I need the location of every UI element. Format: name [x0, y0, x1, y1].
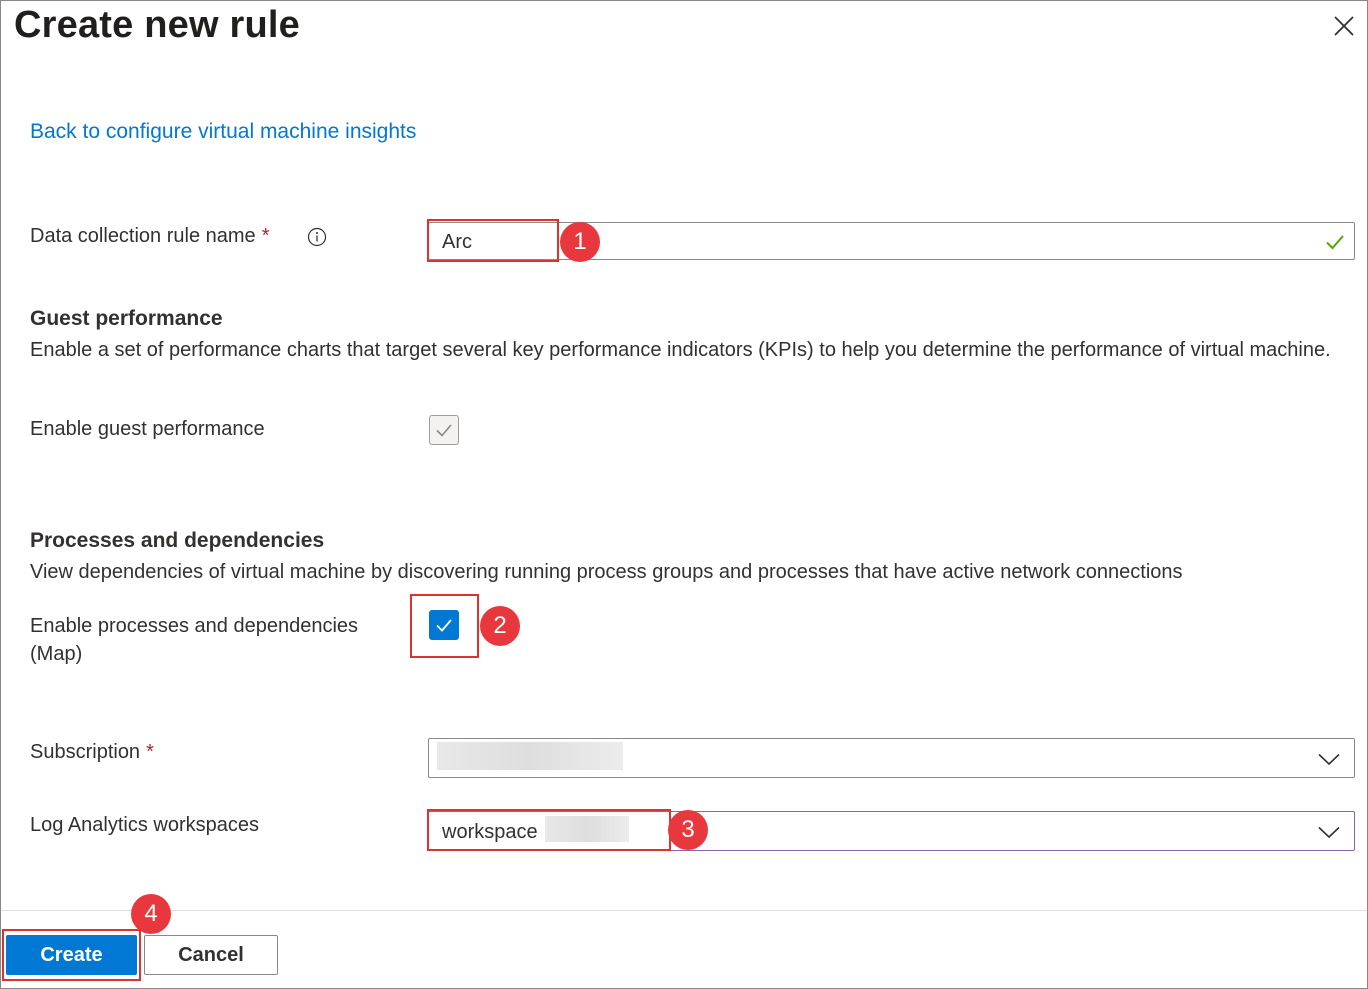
chevron-down-icon: [1317, 820, 1341, 844]
callout-badge-2: 2: [480, 606, 520, 646]
info-icon[interactable]: [307, 227, 327, 247]
callout-box-2: [410, 594, 479, 658]
processes-description: View dependencies of virtual machine by …: [30, 561, 1183, 583]
callout-box-3: [427, 809, 671, 851]
create-button[interactable]: Create: [6, 935, 137, 975]
required-asterisk: *: [261, 225, 270, 247]
callout-badge-4: 4: [131, 894, 171, 934]
subscription-label-text: Subscription: [30, 741, 141, 763]
callout-badge-3: 3: [668, 810, 708, 850]
cancel-button[interactable]: Cancel: [144, 935, 278, 975]
enable-processes-label-line1: Enable processes and dependencies: [30, 615, 359, 637]
enable-guest-performance-label: Enable guest performance: [30, 418, 265, 440]
subscription-label: Subscription *: [30, 741, 154, 764]
processes-heading: Processes and dependencies: [30, 529, 325, 552]
enable-processes-label-line2: (Map): [30, 643, 83, 665]
dcr-name-label-text: Data collection rule name: [30, 225, 256, 247]
close-icon[interactable]: [1330, 12, 1358, 40]
subscription-dropdown[interactable]: [428, 738, 1355, 778]
footer-divider: [1, 910, 1367, 911]
subscription-value-redacted: [437, 742, 623, 770]
callout-box-1: [427, 219, 559, 262]
back-to-configure-link[interactable]: Back to configure virtual machine insigh…: [30, 120, 416, 144]
checkmark-icon: [1324, 231, 1346, 258]
dcr-name-label: Data collection rule name *: [30, 225, 269, 248]
guest-performance-heading: Guest performance: [30, 307, 223, 330]
enable-processes-label: Enable processes and dependencies (Map): [30, 612, 358, 668]
panel-title: Create new rule: [14, 4, 300, 46]
guest-performance-description: Enable a set of performance charts that …: [30, 339, 1331, 361]
enable-guest-performance-checkbox[interactable]: [429, 415, 459, 445]
workspace-label: Log Analytics workspaces: [30, 814, 260, 836]
chevron-down-icon: [1317, 747, 1341, 771]
callout-badge-1: 1: [560, 222, 600, 262]
required-asterisk: *: [146, 741, 154, 763]
